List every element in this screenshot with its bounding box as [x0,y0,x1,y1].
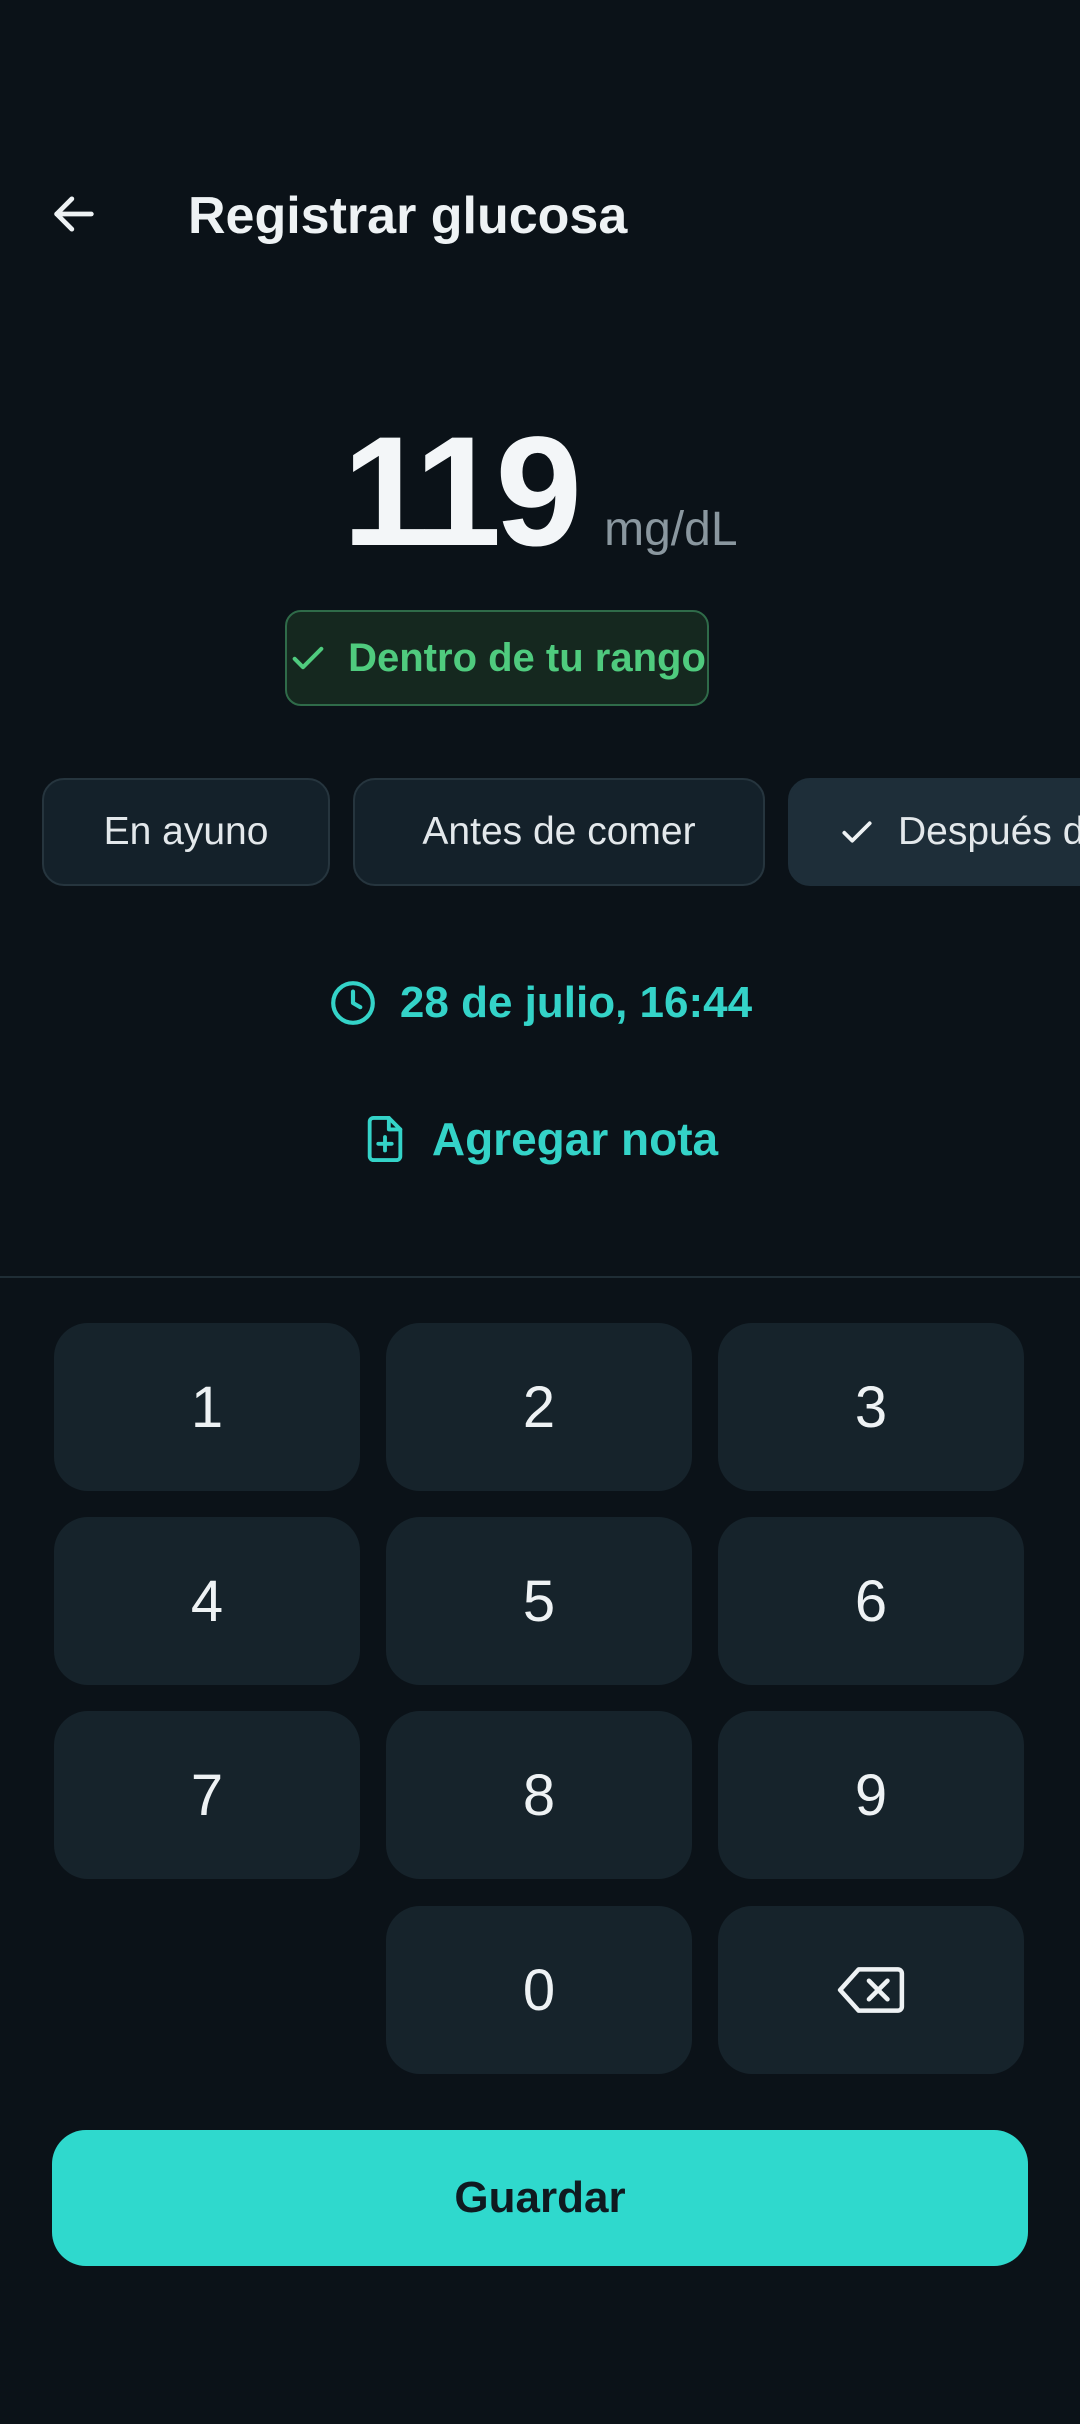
chip-despues-de-comer[interactable]: Después de comer [788,778,1080,886]
key-1[interactable]: 1 [54,1323,360,1491]
check-icon [292,646,324,670]
chip-en-ayuno[interactable]: En ayuno [42,778,330,886]
datetime-picker[interactable]: 28 de julio, 16:44 [0,968,1080,1038]
meal-context-chips: En ayuno Antes de comer Después de comer [0,778,1080,888]
chip-label: En ayuno [103,810,269,853]
backspace-icon [837,1967,905,2013]
key-0[interactable]: 0 [386,1906,692,2074]
arrow-left-icon [54,196,94,232]
key-8[interactable]: 8 [386,1711,692,1879]
glucose-reading: 119 mg/dL [0,410,1080,570]
check-icon [842,821,872,843]
key-5[interactable]: 5 [386,1517,692,1685]
key-2[interactable]: 2 [386,1323,692,1491]
status-badge-label: Dentro de tu rango [348,635,706,680]
add-note-button[interactable]: Agregar nota [0,1104,1080,1174]
key-7[interactable]: 7 [54,1711,360,1879]
key-3[interactable]: 3 [718,1323,1024,1491]
key-4[interactable]: 4 [54,1517,360,1685]
save-button[interactable]: Guardar [52,2130,1028,2266]
note-add-icon [367,1115,403,1162]
key-9[interactable]: 9 [718,1711,1024,1879]
glucose-unit: mg/dL [604,503,738,556]
chip-label: Antes de comer [422,810,696,853]
divider [0,1276,1080,1278]
backspace-key[interactable] [718,1906,1024,2074]
add-note-label: Agregar nota [431,1113,719,1165]
clock-icon [331,981,375,1025]
status-badge: Dentro de tu rango [285,610,709,706]
save-button-label: Guardar [454,2173,626,2222]
chip-antes-de-comer[interactable]: Antes de comer [353,778,765,886]
glucose-value: 119 [342,405,582,579]
back-button[interactable] [36,176,112,252]
datetime-label: 28 de julio, 16:44 [399,978,753,1027]
page-title: Registrar glucosa [188,187,628,245]
key-6[interactable]: 6 [718,1517,1024,1685]
chip-label: Después de comer [898,810,1080,853]
